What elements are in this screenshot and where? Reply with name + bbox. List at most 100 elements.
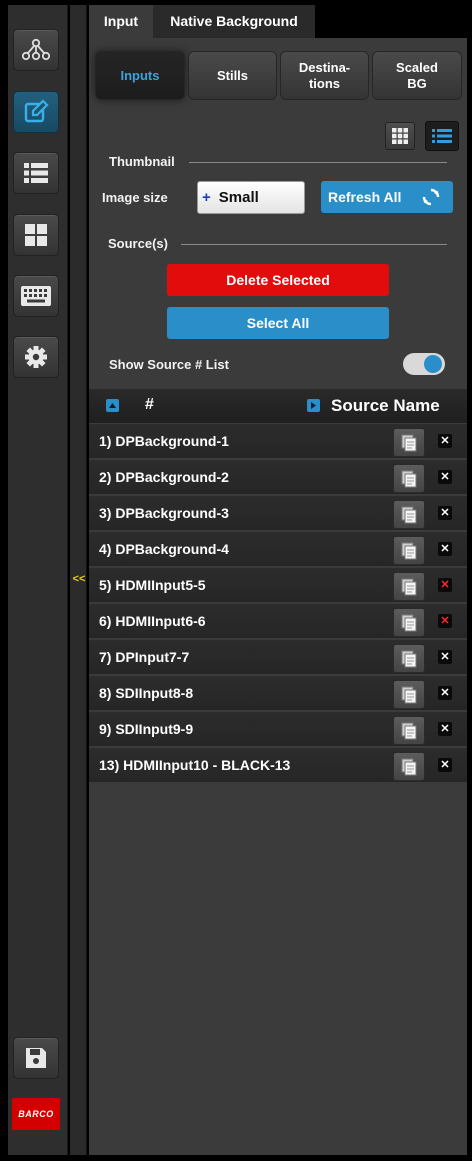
source-name: 9) SDIInput9-9 <box>99 721 194 737</box>
table-row[interactable]: 4) DPBackground-4 ✕ <box>89 532 467 568</box>
tab-stills[interactable]: Stills <box>188 51 277 100</box>
grid-icon <box>25 224 47 246</box>
remove-button[interactable]: ✕ <box>438 686 452 700</box>
source-name: 6) HDMIInput6-6 <box>99 613 206 629</box>
copy-icon <box>401 470 417 487</box>
table-row[interactable]: 9) SDIInput9-9 ✕ <box>89 712 467 748</box>
source-name: 5) HDMIInput5-5 <box>99 577 206 593</box>
copy-button[interactable] <box>393 716 425 745</box>
table-row[interactable]: 5) HDMIInput5-5 ✕ <box>89 568 467 604</box>
select-all-button[interactable]: Select All <box>167 307 389 339</box>
sort-up-icon <box>109 403 116 408</box>
copy-button[interactable] <box>393 428 425 457</box>
thumbnail-divider <box>189 162 447 163</box>
keyboard-button[interactable] <box>13 275 59 317</box>
list-view-button[interactable] <box>13 152 59 194</box>
table-row[interactable]: 8) SDIInput8-8 ✕ <box>89 676 467 712</box>
copy-button[interactable] <box>393 464 425 493</box>
list-view-toggle[interactable] <box>425 121 459 151</box>
sort-right-icon <box>311 402 316 409</box>
show-source-list-toggle[interactable] <box>403 353 445 375</box>
thumbnail-label: Thumbnail <box>109 154 175 169</box>
tab-input[interactable]: Input <box>89 5 153 38</box>
sources-label: Source(s) <box>108 236 168 251</box>
source-name: 1) DPBackground-1 <box>99 433 229 449</box>
column-name-header: Source Name <box>331 396 440 415</box>
remove-button[interactable]: ✕ <box>438 542 452 556</box>
settings-button[interactable] <box>13 336 59 378</box>
copy-button[interactable] <box>393 608 425 637</box>
copy-icon <box>401 650 417 667</box>
edit-button[interactable] <box>13 91 59 133</box>
sources-divider <box>181 244 447 245</box>
remove-button[interactable]: ✕ <box>438 506 452 520</box>
copy-icon <box>401 542 417 559</box>
thumbnail-view-toggle[interactable] <box>385 122 415 150</box>
copy-icon <box>401 686 417 703</box>
image-size-label: Image size <box>102 190 168 205</box>
brand-logo-text: BARCO <box>18 1109 54 1119</box>
list-icon <box>24 163 48 183</box>
gear-icon <box>25 346 47 368</box>
refresh-all-button[interactable]: Refresh All <box>321 181 453 213</box>
copy-button[interactable] <box>393 572 425 601</box>
table-row[interactable]: 7) DPInput7-7 ✕ <box>89 640 467 676</box>
left-rail: BARCO <box>8 5 68 1155</box>
show-source-list-label: Show Source # List <box>109 357 229 372</box>
refresh-icon <box>423 188 440 206</box>
plus-icon: + <box>202 189 211 206</box>
remove-button[interactable]: ✕ <box>438 758 452 772</box>
copy-icon <box>401 614 417 631</box>
save-icon <box>26 1048 46 1068</box>
tab-scaled-bg[interactable]: Scaled BG <box>372 51 462 100</box>
remove-button[interactable]: ✕ <box>438 722 452 736</box>
collapse-toggle[interactable]: << <box>71 571 87 587</box>
source-name: 4) DPBackground-4 <box>99 541 229 557</box>
keyboard-icon <box>21 286 51 306</box>
copy-button[interactable] <box>393 680 425 709</box>
remove-button[interactable]: ✕ <box>438 614 452 628</box>
copy-button[interactable] <box>393 752 425 781</box>
table-row[interactable]: 1) DPBackground-1 ✕ <box>89 424 467 460</box>
grid-view-icon <box>392 128 408 144</box>
delete-selected-button[interactable]: Delete Selected <box>167 264 389 296</box>
image-size-value: Small <box>218 189 259 206</box>
remove-button[interactable]: ✕ <box>438 434 452 448</box>
copy-icon <box>401 578 417 595</box>
source-name: 13) HDMIInput10 - BLACK-13 <box>99 757 291 773</box>
tab-destinations[interactable]: Destina- tions <box>280 51 369 100</box>
brand-logo: BARCO <box>12 1098 60 1130</box>
input-panel: Input Native Background Inputs Stills De… <box>89 5 467 1155</box>
copy-icon <box>401 758 417 775</box>
copy-icon <box>401 722 417 739</box>
source-name: 8) SDIInput8-8 <box>99 685 194 701</box>
sort-number-button[interactable] <box>106 399 119 412</box>
save-button[interactable] <box>13 1037 59 1079</box>
sort-name-button[interactable] <box>307 399 320 412</box>
hierarchy-icon <box>21 38 51 61</box>
tab-inputs[interactable]: Inputs <box>95 51 185 100</box>
list-view-icon <box>432 129 452 143</box>
hierarchy-button[interactable] <box>13 29 59 71</box>
table-header: # Source Name <box>89 389 467 423</box>
refresh-all-label: Refresh All <box>328 189 402 205</box>
copy-button[interactable] <box>393 536 425 565</box>
table-row[interactable]: 6) HDMIInput6-6 ✕ <box>89 604 467 640</box>
table-row[interactable]: 3) DPBackground-3 ✕ <box>89 496 467 532</box>
table-row[interactable]: 13) HDMIInput10 - BLACK-13 ✕ <box>89 748 467 784</box>
tab-native-background[interactable]: Native Background <box>153 5 315 38</box>
edit-icon <box>24 99 49 123</box>
remove-button[interactable]: ✕ <box>438 650 452 664</box>
remove-button[interactable]: ✕ <box>438 578 452 592</box>
copy-button[interactable] <box>393 500 425 529</box>
image-size-select[interactable]: + Small <box>197 181 305 214</box>
copy-button[interactable] <box>393 644 425 673</box>
remove-button[interactable]: ✕ <box>438 470 452 484</box>
source-name: 2) DPBackground-2 <box>99 469 229 485</box>
grid-view-button[interactable] <box>13 214 59 256</box>
source-name: 3) DPBackground-3 <box>99 505 229 521</box>
table-row[interactable]: 2) DPBackground-2 ✕ <box>89 460 467 496</box>
toggle-knob <box>424 355 442 373</box>
copy-icon <box>401 434 417 451</box>
source-name: 7) DPInput7-7 <box>99 649 190 665</box>
